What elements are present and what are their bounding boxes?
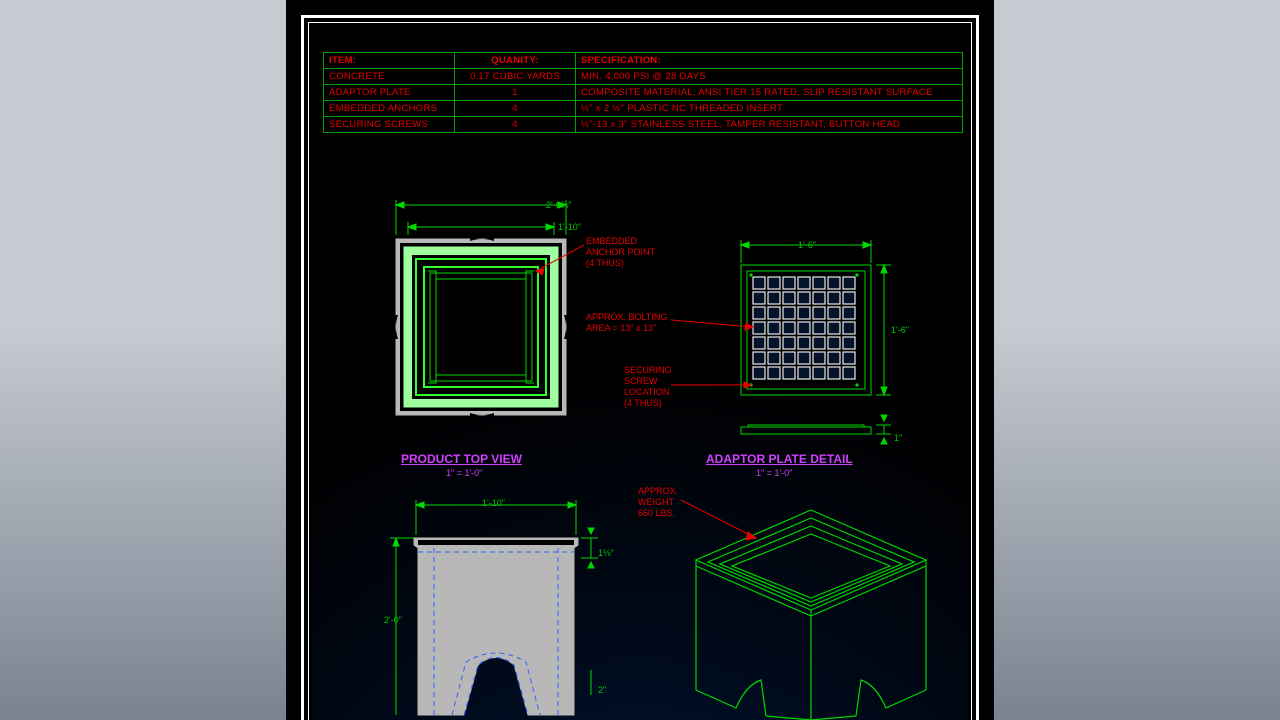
cell-spec: ½" x 2 ½" PLASTIC NC THREADED INSERT [576, 101, 963, 117]
label-bolt-area: APPROX. BOLTING AREA = 13" x 13" [586, 312, 667, 334]
cell-qty: 4 [455, 117, 576, 133]
cell-item: CONCRETE [324, 69, 455, 85]
isometric-view [666, 480, 956, 720]
col-header-qty: QUANITY: [455, 53, 576, 69]
spec-table: ITEM: QUANITY: SPECIFICATION: CONCRETE 0… [323, 52, 963, 133]
cell-item: SECURING SCREWS [324, 117, 455, 133]
label-screw-loc: SECURING SCREW LOCATION (4 THUS) [624, 365, 672, 409]
dim-side-lip: 1⅛" [598, 548, 614, 558]
table-row: ADAPTOR PLATE 1 COMPOSITE MATERIAL, ANSI… [324, 85, 963, 101]
view-scale-plate: 1" = 1'-0" [756, 468, 792, 478]
dim-side-lip2: 2" [598, 685, 606, 695]
label-weight: APPROX. WEIGHT 650 LBS. [638, 486, 678, 519]
col-header-item: ITEM: [324, 53, 455, 69]
view-title-top: PRODUCT TOP VIEW [401, 452, 522, 466]
dim-side-h: 2'-0" [384, 615, 402, 625]
cell-item: EMBEDDED ANCHORS [324, 101, 455, 117]
dim-plate-w: 1'-6" [798, 240, 816, 250]
view-title-plate: ADAPTOR PLATE DETAIL [706, 452, 853, 466]
col-header-spec: SPECIFICATION: [576, 53, 963, 69]
table-row: ITEM: QUANITY: SPECIFICATION: [324, 53, 963, 69]
cell-qty: 0.17 CUBIC YARDS [455, 69, 576, 85]
cell-qty: 1 [455, 85, 576, 101]
cell-qty: 4 [455, 101, 576, 117]
dim-side-w: 1'-10" [482, 498, 505, 508]
cell-spec: ½"-13 x 3" STAINLESS STEEL, TAMPER RESIS… [576, 117, 963, 133]
table-row: EMBEDDED ANCHORS 4 ½" x 2 ½" PLASTIC NC … [324, 101, 963, 117]
product-top-view [386, 195, 586, 425]
cell-spec: MIN. 4,000 PSI @ 28 DAYS [576, 69, 963, 85]
label-anchor: EMBEDDED ANCHOR POINT (4 THUS) [586, 236, 655, 269]
drawing-sheet: ITEM: QUANITY: SPECIFICATION: CONCRETE 0… [286, 0, 994, 720]
cell-spec: COMPOSITE MATERIAL, ANSI TIER 15 RATED, … [576, 85, 963, 101]
dim-plate-h: 1'-6" [891, 325, 909, 335]
side-elevation [386, 490, 616, 720]
cell-item: ADAPTOR PLATE [324, 85, 455, 101]
dim-inner-width: 1'-10" [558, 222, 581, 232]
table-row: SECURING SCREWS 4 ½"-13 x 3" STAINLESS S… [324, 117, 963, 133]
dim-outer-width: 2'-0⅝" [546, 200, 571, 210]
stage: ITEM: QUANITY: SPECIFICATION: CONCRETE 0… [0, 0, 1280, 720]
adaptor-plate-detail [726, 235, 896, 450]
dim-plate-t: 1" [894, 433, 902, 443]
table-row: CONCRETE 0.17 CUBIC YARDS MIN. 4,000 PSI… [324, 69, 963, 85]
view-scale-top: 1" = 1'-0" [446, 468, 482, 478]
